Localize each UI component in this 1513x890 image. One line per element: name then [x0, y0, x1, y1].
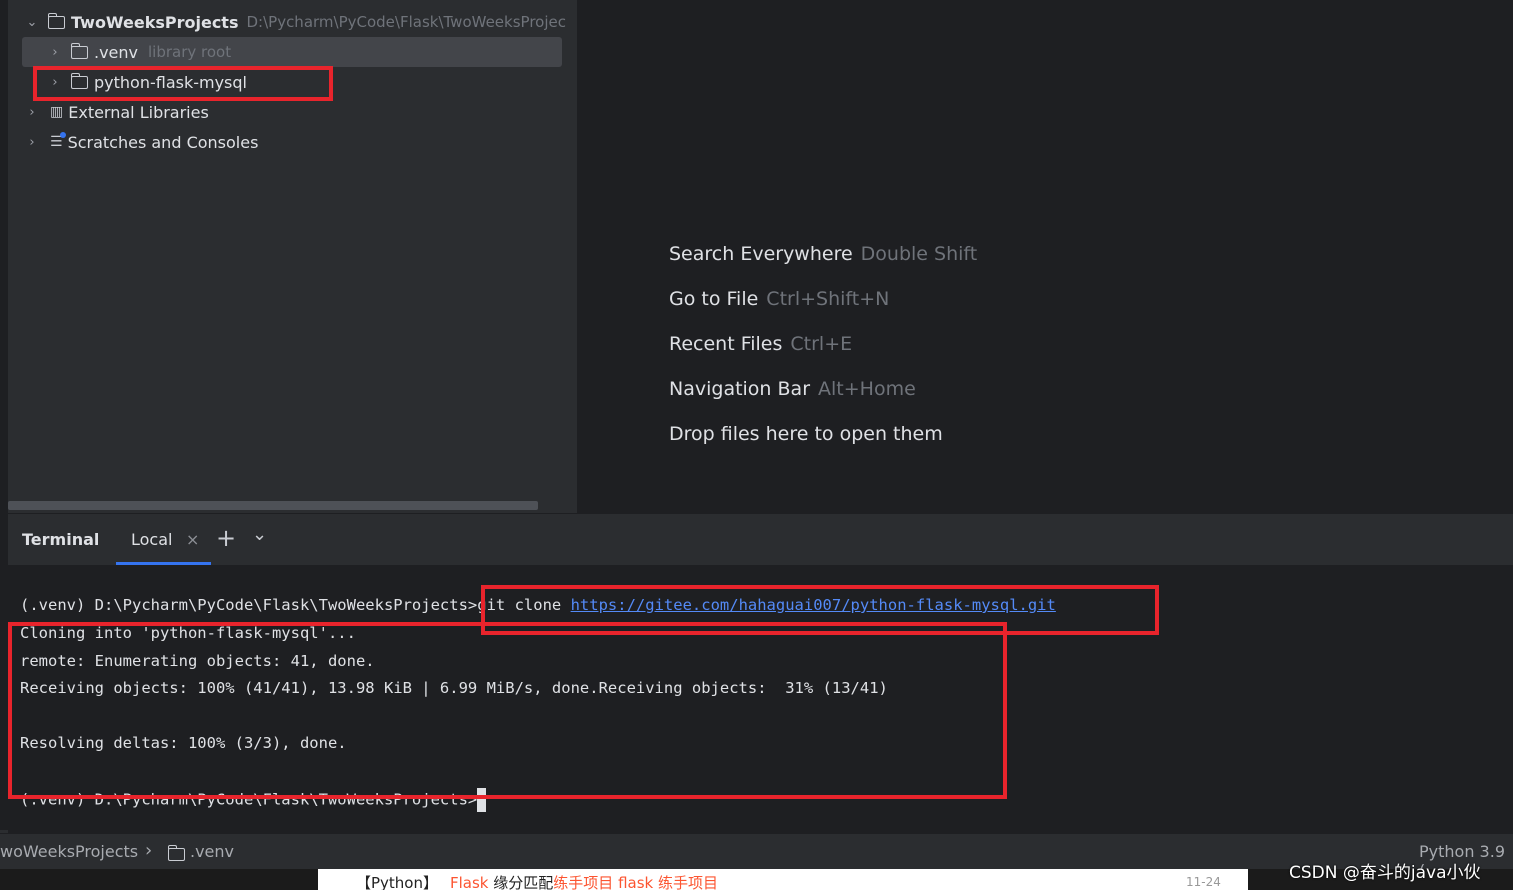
chevron-right-icon[interactable]: › [47, 75, 63, 90]
project-name: TwoWeeksProjects [71, 12, 239, 32]
tab-label: Local [131, 530, 173, 549]
scratches-icon: ☰ [50, 132, 66, 150]
article-tag: 【Python】 [356, 874, 438, 890]
terminal-output[interactable]: (.venv) D:\Pycharm\PyCode\Flask\TwoWeeks… [8, 565, 1513, 833]
chevron-right-icon: › [145, 840, 153, 861]
add-icon[interactable]: + [216, 524, 236, 552]
breadcrumb-folder[interactable]: .venv [190, 842, 234, 861]
tab-local[interactable]: Local × [116, 514, 211, 566]
hint-go-to-file: Go to File Ctrl+Shift+N [669, 288, 890, 310]
chevron-right-icon[interactable]: › [24, 105, 40, 120]
tree-item-label: Scratches and Consoles [67, 132, 259, 152]
library-root-note: library root [148, 43, 232, 61]
terminal-title: Terminal [22, 530, 100, 549]
tree-root[interactable]: ⌄ TwoWeeksProjects D:\Pycharm\PyCode\Fla… [24, 7, 566, 37]
chevron-right-icon[interactable]: › [47, 45, 63, 60]
chevron-down-icon[interactable]: ⌄ [252, 524, 267, 545]
folder-icon [70, 42, 88, 59]
hint-navigation-bar: Navigation Bar Alt+Home [669, 378, 916, 400]
terminal-cursor [477, 788, 487, 812]
hint-drop-files: Drop files here to open them [669, 423, 943, 445]
terminal-line: Cloning into 'python-flask-mysql'... [20, 624, 356, 642]
chevron-right-icon[interactable]: › [24, 135, 40, 150]
web-article-strip[interactable]: 【Python】 Flask 缘分匹配练手项目 flask 练手项目 11-24 [318, 869, 1248, 890]
tree-item-python-flask-mysql[interactable]: › python-flask-mysql [47, 67, 247, 97]
hint-recent-files: Recent Files Ctrl+E [669, 333, 853, 355]
project-path: D:\Pycharm\PyCode\Flask\TwoWeeksProjec [246, 13, 566, 31]
breadcrumb-project[interactable]: woWeeksProjects [0, 842, 138, 861]
status-bar: woWeeksProjects › .venv Python 3.9 ( [0, 833, 1513, 880]
tree-item-label: External Libraries [68, 102, 209, 122]
tool-window-strip [0, 0, 8, 830]
repo-link[interactable]: https://gitee.com/hahaguai007/python-fla… [571, 596, 1056, 614]
terminal-line: Receiving objects: 100% (41/41), 13.98 K… [20, 679, 888, 697]
chevron-down-icon[interactable]: ⌄ [24, 15, 40, 30]
tree-item-external-libraries[interactable]: › ▥ External Libraries [24, 97, 209, 127]
project-panel: ⌄ TwoWeeksProjects D:\Pycharm\PyCode\Fla… [0, 0, 577, 513]
folder-icon [70, 72, 88, 89]
horizontal-scrollbar[interactable] [8, 501, 538, 510]
article-title[interactable]: Flask 缘分匹配练手项目 flask 练手项目 [450, 872, 718, 890]
hint-search-everywhere: Search Everywhere Double Shift [669, 243, 978, 265]
terminal-line: remote: Enumerating objects: 41, done. [20, 652, 375, 670]
article-date: 11-24 [1186, 875, 1221, 889]
tree-item-label: .venv [94, 42, 139, 62]
library-icon: ▥ [50, 104, 64, 120]
tree-item-label: python-flask-mysql [94, 72, 247, 92]
folder-icon [167, 845, 185, 861]
close-icon[interactable]: × [186, 530, 199, 549]
watermark: CSDN @奋斗的java小伙 [1289, 863, 1481, 883]
folder-icon [47, 12, 65, 29]
terminal-line: Resolving deltas: 100% (3/3), done. [20, 734, 347, 752]
terminal-command-line: (.venv) D:\Pycharm\PyCode\Flask\TwoWeeks… [20, 596, 1056, 614]
terminal-header: Terminal Local × + ⌄ [8, 513, 1513, 566]
terminal-prompt-line: (.venv) D:\Pycharm\PyCode\Flask\TwoWeeks… [20, 788, 487, 812]
tree-item-scratches[interactable]: › ☰ Scratches and Consoles [24, 127, 258, 157]
tree-item-venv[interactable]: › .venv library root [22, 37, 562, 67]
